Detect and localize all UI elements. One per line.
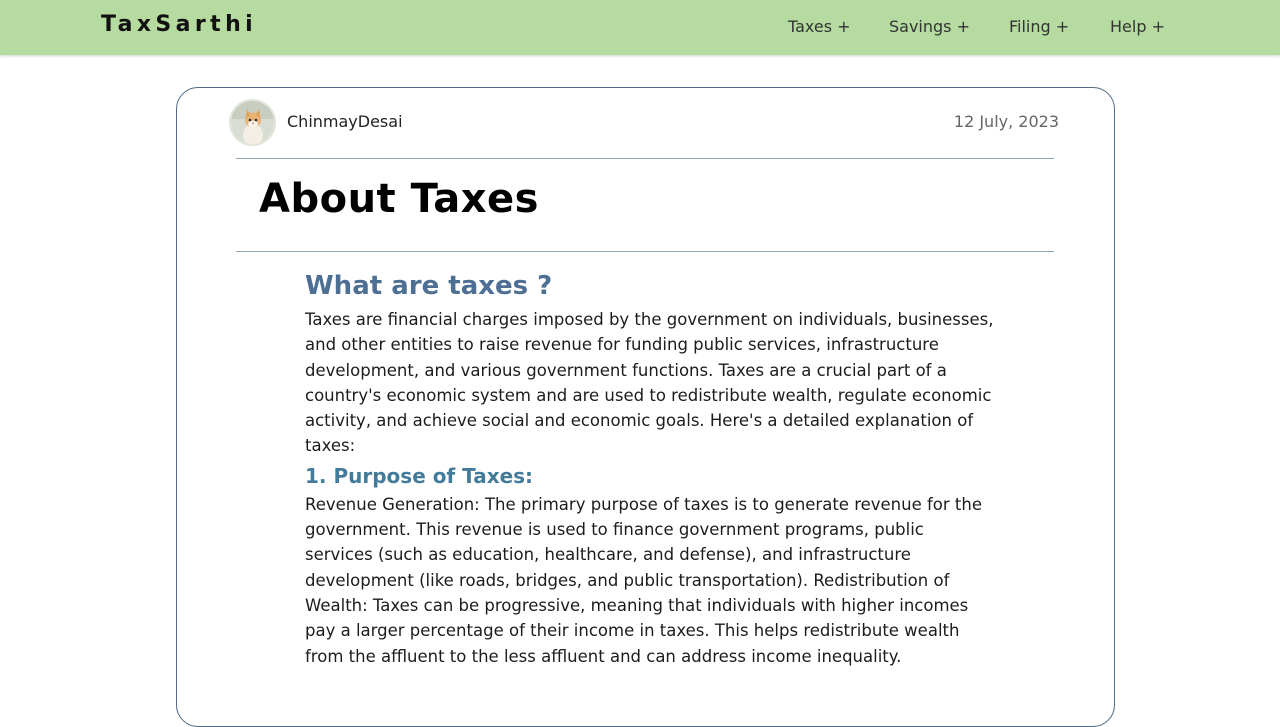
article-title: About Taxes: [259, 176, 539, 222]
header-divider: [236, 158, 1054, 159]
author-name[interactable]: ChinmayDesai: [287, 112, 403, 131]
kitten-avatar-icon: [231, 101, 274, 144]
post-date: 12 July, 2023: [953, 112, 1059, 131]
nav-item-taxes[interactable]: Taxes +: [788, 17, 851, 36]
intro-paragraph: Taxes are financial charges imposed by t…: [305, 310, 994, 456]
brand-logo[interactable]: TaxSarthi: [101, 12, 257, 37]
title-divider: [236, 251, 1054, 252]
author-avatar[interactable]: [231, 101, 274, 144]
article-content: What are taxes ? Taxes are financial cha…: [305, 268, 995, 669]
top-navbar: TaxSarthi Taxes + Savings + Filing + Hel…: [0, 0, 1280, 55]
nav-item-savings[interactable]: Savings +: [889, 17, 970, 36]
sub-heading: 1. Purpose of Taxes:: [305, 463, 534, 488]
nav-item-help[interactable]: Help +: [1110, 17, 1165, 36]
nav-item-filing[interactable]: Filing +: [1009, 17, 1069, 36]
body-paragraph: Revenue Generation: The primary purpose …: [305, 494, 982, 666]
section-heading: What are taxes ?: [305, 271, 553, 301]
